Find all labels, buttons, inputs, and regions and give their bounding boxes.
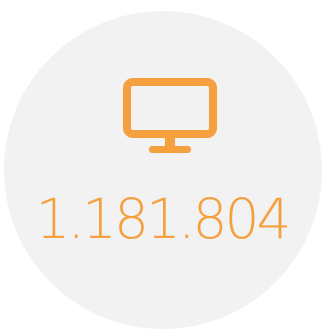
- circle-background: [4, 11, 322, 329]
- counter-value: 1.181.804: [35, 187, 292, 251]
- stat-tile: 1.181.804: [0, 0, 324, 329]
- monitor-icon: [123, 78, 217, 153]
